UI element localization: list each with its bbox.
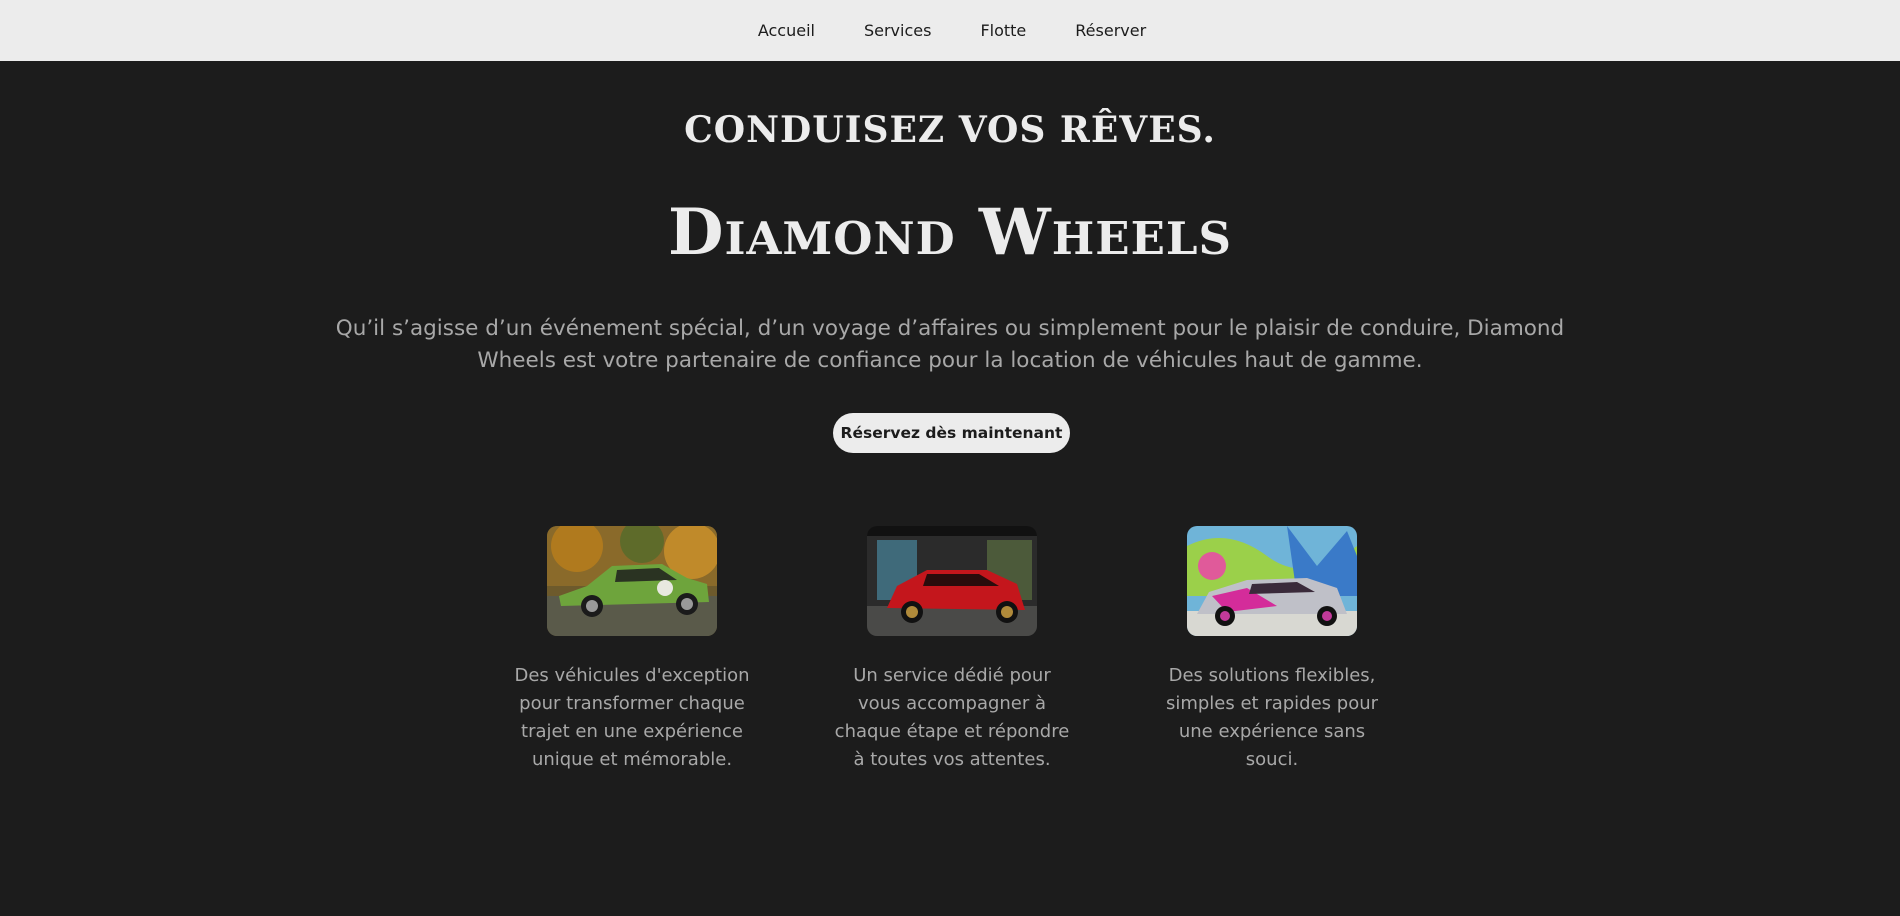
feature-text-flexibility: Des solutions flexibles, simples et rapi… bbox=[1165, 665, 1379, 770]
top-navbar: Accueil Services Flotte Réserver bbox=[0, 0, 1900, 61]
feature-card-vehicles: Des véhicules d'exception pour transform… bbox=[512, 526, 752, 774]
green-car-photo bbox=[547, 526, 717, 636]
feature-card-flexibility: Des solutions flexibles, simples et rapi… bbox=[1152, 526, 1392, 774]
feature-card-service: Un service dédié pour vous accompagner à… bbox=[832, 526, 1072, 774]
book-now-button[interactable]: Réservez dès maintenant bbox=[833, 413, 1070, 453]
nav-link-reserver[interactable]: Réserver bbox=[1051, 21, 1171, 40]
nav-link-services[interactable]: Services bbox=[839, 21, 955, 40]
red-car-photo bbox=[867, 526, 1037, 636]
nav-link-accueil[interactable]: Accueil bbox=[733, 21, 839, 40]
nav-links: Accueil Services Flotte Réserver bbox=[733, 21, 1170, 40]
brand-title: Diamond Wheels bbox=[667, 195, 1233, 270]
features-row: Des véhicules d'exception pour transform… bbox=[0, 526, 1900, 846]
nav-link-flotte[interactable]: Flotte bbox=[956, 21, 1051, 40]
hero-tagline: Conduisez vos rêves. bbox=[684, 109, 1216, 151]
feature-text-vehicles: Des véhicules d'exception pour transform… bbox=[514, 665, 750, 770]
hero-intro: Qu’il s’agisse d’un événement spécial, d… bbox=[335, 316, 1565, 373]
graffiti-car-photo bbox=[1187, 526, 1357, 636]
feature-text-service: Un service dédié pour vous accompagner à… bbox=[834, 665, 1070, 770]
